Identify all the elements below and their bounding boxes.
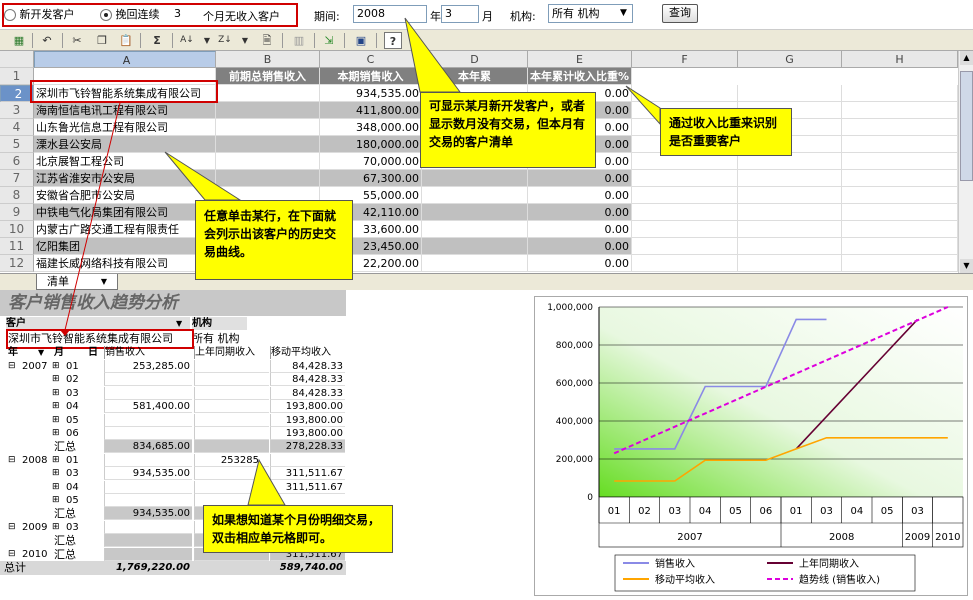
callout-pointer-4 bbox=[247, 458, 286, 506]
link-arrow-icon bbox=[60, 330, 70, 336]
callout-pointer-1 bbox=[404, 17, 461, 93]
callout-new-customers: 可显示某月新开发客户，或者显示数月没有交易，但本月有交易的客户清单 bbox=[420, 92, 596, 168]
callout-pointer-2 bbox=[625, 85, 661, 126]
callout-double-click: 如果想知道某个月份明细交易，双击相应单元格即可。 bbox=[203, 505, 393, 553]
callout-revenue-share: 通过收入比重来识别是否重要客户 bbox=[660, 108, 792, 156]
callout-click-row: 任意单击某行，在下面就会列示出该客户的历史交易曲线。 bbox=[195, 200, 353, 280]
callout-pointer-3 bbox=[164, 151, 242, 201]
callout-pointers bbox=[60, 17, 661, 506]
link-line bbox=[64, 102, 121, 331]
